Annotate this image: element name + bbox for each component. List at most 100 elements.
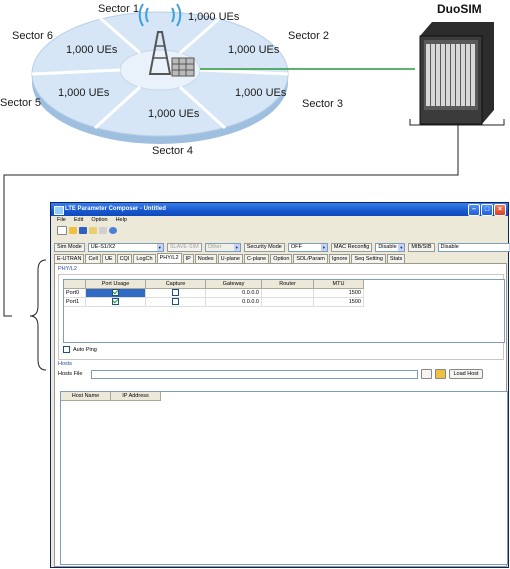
gateway-cell[interactable]: 0.0.0.0 (206, 289, 262, 298)
maximize-button[interactable]: □ (481, 204, 493, 216)
col-router: Router (262, 280, 314, 289)
menu-file[interactable]: File (57, 216, 66, 225)
col-gateway: Gateway (206, 280, 262, 289)
menu-help[interactable]: Help (116, 216, 127, 225)
tab-ue[interactable]: UE (101, 254, 116, 263)
ue-count-label: 1,000 UEs (235, 87, 287, 99)
gateway-cell[interactable]: 0.0.0.0 (206, 298, 262, 307)
tab-panel: PHY/L2 Port Usage Capture Gateway Router… (54, 263, 508, 567)
tab-stats[interactable]: Stats (386, 254, 406, 263)
sector-label: Sector 5 (0, 97, 41, 109)
security-mode-select[interactable]: OFF ▼ (287, 242, 328, 252)
auto-ping-label: Auto Ping (73, 346, 97, 353)
tab-cqi[interactable]: CQI (116, 254, 133, 263)
tab-u-plane[interactable]: U-plane (217, 254, 243, 263)
connector-line (3, 125, 459, 210)
ue-count-label: 1,000 UEs (66, 44, 118, 56)
slave-sim-label: SLAVE-SIM (166, 242, 202, 252)
export-icon[interactable] (89, 226, 97, 234)
row-name: Port0 (64, 289, 86, 298)
tab-c-plane[interactable]: C-plane (243, 254, 270, 263)
browse-icon[interactable] (421, 369, 433, 379)
menu-edit[interactable]: Edit (74, 216, 83, 225)
mtu-cell[interactable]: 1500 (314, 298, 364, 307)
menu-option[interactable]: Option (91, 216, 107, 225)
grid-header: Port Usage Capture Gateway Router MTU (64, 280, 504, 289)
sector-label: Sector 4 (152, 145, 193, 157)
close-button[interactable]: × (494, 204, 506, 216)
network-diagram (3, 3, 505, 210)
sector-label: Sector 3 (302, 98, 343, 110)
col-ip-address: IP Address (111, 392, 161, 401)
print-icon[interactable] (99, 226, 107, 234)
ue-count-label: 1,000 UEs (188, 11, 240, 23)
mac-reconfig-select[interactable]: Disable ▼ (375, 242, 406, 252)
open-folder-icon[interactable] (435, 369, 447, 379)
sim-mode-label: Sim Mode (54, 242, 85, 252)
hosts-file-label: Hosts File (58, 371, 83, 377)
sector-label: Sector 1 (98, 3, 139, 15)
port-usage-checkbox[interactable] (112, 289, 119, 297)
app-window: LTE Parameter Composer - Untitled – □ × … (50, 202, 510, 568)
tab-cell[interactable]: Cell (85, 254, 101, 263)
ue-count-label: 1,000 UEs (228, 44, 280, 56)
auto-ping-checkbox[interactable] (63, 346, 70, 353)
row-name: Port1 (64, 298, 86, 307)
port-usage-checkbox[interactable] (112, 298, 119, 306)
sector-label: Sector 6 (12, 30, 53, 42)
phy-group-title: PHY/L2 (58, 266, 77, 272)
col-mtu: MTU (314, 280, 364, 289)
port-grid: Port Usage Capture Gateway Router MTU Po… (63, 279, 505, 343)
help-icon[interactable] (109, 226, 117, 234)
table-row[interactable]: Port0 0.0.0.0 1500 (64, 289, 504, 298)
ue-count-label: 1,000 UEs (148, 108, 200, 120)
hosts-file-input[interactable] (91, 369, 419, 379)
auto-ping-row: Auto Ping (63, 346, 97, 353)
tab-e-utran[interactable]: E-UTRAN (54, 254, 85, 263)
router-cell[interactable] (262, 289, 314, 298)
new-file-icon[interactable] (57, 225, 67, 235)
open-folder-icon[interactable] (69, 226, 77, 234)
capture-cell[interactable] (146, 298, 206, 307)
mac-reconfig-label: MAC Reconfig (330, 242, 373, 252)
tab-phy-l2[interactable]: PHY/L2 (156, 253, 182, 263)
hosts-list[interactable]: Host Name IP Address (60, 391, 508, 565)
capture-checkbox[interactable] (172, 298, 179, 306)
mib-sib-select[interactable]: Disable▼ (437, 242, 510, 252)
app-icon (54, 206, 64, 215)
capture-cell[interactable] (146, 289, 206, 298)
tab-option[interactable]: Option (270, 254, 293, 263)
col-capture: Capture (146, 280, 206, 289)
ue-count-label: 1,000 UEs (58, 87, 110, 99)
slave-sim-select: Other ▼ (204, 242, 241, 252)
mode-row: Sim Mode UE-S1/X2 ▼ SLAVE-SIM Other ▼ Secu… (54, 242, 510, 252)
device-name: DuoSIM (437, 2, 482, 16)
mtu-cell[interactable]: 1500 (314, 289, 364, 298)
sector-label: Sector 2 (288, 30, 329, 42)
hosts-group-title: Hosts (58, 361, 73, 367)
tab-sdl-param[interactable]: SDL/Param (293, 254, 328, 263)
mib-sib-label: MIB/SIB (408, 242, 435, 252)
hosts-file-row: Hosts File Load Host (58, 369, 483, 379)
title-bar: LTE Parameter Composer - Untitled – □ × (51, 203, 508, 216)
sim-mode-select[interactable]: UE-S1/X2 ▼ (87, 242, 164, 252)
tab-logch[interactable]: LogCh (133, 254, 156, 263)
port-usage-cell[interactable] (86, 298, 146, 307)
table-row[interactable]: Port1 0.0.0.0 1500 (64, 298, 504, 307)
tab-seq-setting[interactable]: Seq Setting (351, 254, 386, 263)
col-host-name: Host Name (61, 392, 111, 401)
router-cell[interactable] (262, 298, 314, 307)
minimize-button[interactable]: – (468, 204, 480, 216)
save-icon[interactable] (79, 226, 87, 234)
security-mode-label: Security Mode (243, 242, 285, 252)
tab-nodes[interactable]: Nodes (194, 254, 217, 263)
duosim-device-icon (419, 22, 494, 125)
window-title: LTE Parameter Composer - Untitled (65, 206, 166, 212)
tab-bar: E-UTRAN Cell UE CQI LogCh PHY/L2 IP Node… (54, 253, 406, 263)
tab-ignore[interactable]: Ignore (328, 254, 351, 263)
capture-checkbox[interactable] (172, 289, 179, 297)
load-host-button[interactable]: Load Host (449, 369, 483, 379)
tab-ip[interactable]: IP (182, 254, 194, 263)
hosts-header: Host Name IP Address (61, 392, 507, 401)
menu-bar: File Edit Option Help (51, 216, 508, 225)
